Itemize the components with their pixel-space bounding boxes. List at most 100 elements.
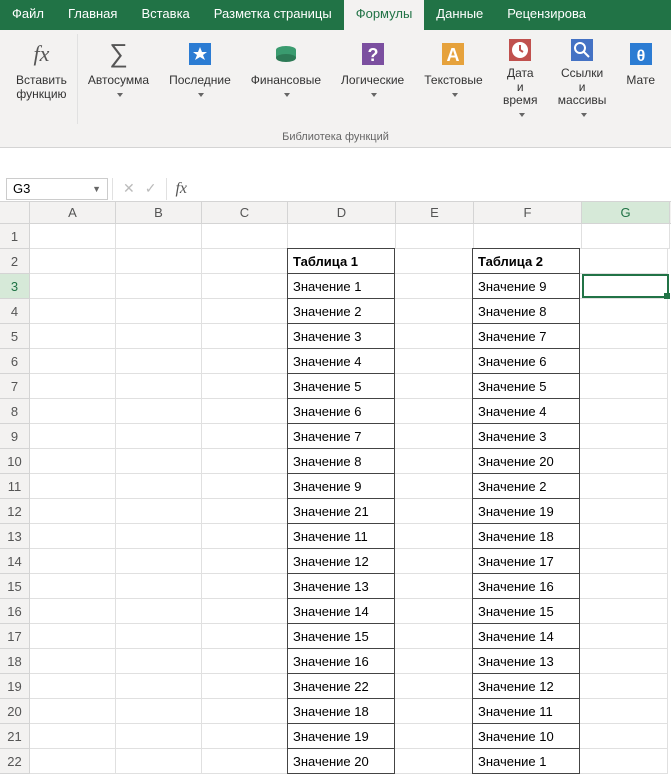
cell-A15[interactable]: [30, 574, 116, 599]
col-header-F[interactable]: F: [474, 202, 582, 223]
cell-A17[interactable]: [30, 624, 116, 649]
cell-C13[interactable]: [202, 524, 288, 549]
cell-C5[interactable]: [202, 324, 288, 349]
cell-A11[interactable]: [30, 474, 116, 499]
cell-F13[interactable]: Значение 18: [472, 523, 580, 549]
cell-A2[interactable]: [30, 249, 116, 274]
cell-C19[interactable]: [202, 674, 288, 699]
cell-B12[interactable]: [116, 499, 202, 524]
cell-A3[interactable]: [30, 274, 116, 299]
cell-F22[interactable]: Значение 1: [472, 748, 580, 774]
cell-A9[interactable]: [30, 424, 116, 449]
col-header-D[interactable]: D: [288, 202, 396, 223]
insert-function-button[interactable]: fx Вставитьфункцию: [12, 34, 71, 124]
tab-4[interactable]: Формулы: [344, 0, 425, 30]
cell-C20[interactable]: [202, 699, 288, 724]
row-header-9[interactable]: 9: [0, 424, 30, 449]
cell-G9[interactable]: [580, 424, 668, 449]
cell-F5[interactable]: Значение 7: [472, 323, 580, 349]
row-header-4[interactable]: 4: [0, 299, 30, 324]
cell-E22[interactable]: [395, 749, 473, 774]
cell-C7[interactable]: [202, 374, 288, 399]
cell-E8[interactable]: [395, 399, 473, 424]
cell-F7[interactable]: Значение 5: [472, 373, 580, 399]
cell-E20[interactable]: [395, 699, 473, 724]
cell-F11[interactable]: Значение 2: [472, 473, 580, 499]
cell-F3[interactable]: Значение 9: [472, 273, 580, 299]
cell-G14[interactable]: [580, 549, 668, 574]
financial-button[interactable]: Финансовые: [247, 34, 325, 124]
cell-F12[interactable]: Значение 19: [472, 498, 580, 524]
cell-D6[interactable]: Значение 4: [287, 348, 395, 374]
text-button[interactable]: A Текстовые: [420, 34, 486, 124]
cell-B15[interactable]: [116, 574, 202, 599]
cell-F9[interactable]: Значение 3: [472, 423, 580, 449]
row-header-15[interactable]: 15: [0, 574, 30, 599]
cell-B6[interactable]: [116, 349, 202, 374]
row-header-16[interactable]: 16: [0, 599, 30, 624]
cell-C18[interactable]: [202, 649, 288, 674]
cell-B19[interactable]: [116, 674, 202, 699]
row-header-10[interactable]: 10: [0, 449, 30, 474]
cell-E16[interactable]: [395, 599, 473, 624]
row-header-12[interactable]: 12: [0, 499, 30, 524]
row-header-19[interactable]: 19: [0, 674, 30, 699]
cell-A18[interactable]: [30, 649, 116, 674]
cell-G13[interactable]: [580, 524, 668, 549]
cell-A22[interactable]: [30, 749, 116, 774]
spreadsheet-grid[interactable]: ABCDEFG 12Таблица 1Таблица 23Значение 1З…: [0, 202, 671, 774]
cell-B10[interactable]: [116, 449, 202, 474]
cell-F6[interactable]: Значение 6: [472, 348, 580, 374]
tab-6[interactable]: Рецензирова: [495, 0, 598, 30]
col-header-E[interactable]: E: [396, 202, 474, 223]
tab-0[interactable]: Файл: [0, 0, 56, 30]
cell-G10[interactable]: [580, 449, 668, 474]
cell-D16[interactable]: Значение 14: [287, 598, 395, 624]
cell-F19[interactable]: Значение 12: [472, 673, 580, 699]
cell-C16[interactable]: [202, 599, 288, 624]
cell-A5[interactable]: [30, 324, 116, 349]
row-header-13[interactable]: 13: [0, 524, 30, 549]
cell-B22[interactable]: [116, 749, 202, 774]
cell-D19[interactable]: Значение 22: [287, 673, 395, 699]
cell-E13[interactable]: [395, 524, 473, 549]
cell-E4[interactable]: [395, 299, 473, 324]
cell-F2[interactable]: Таблица 2: [472, 248, 580, 274]
cell-D10[interactable]: Значение 8: [287, 448, 395, 474]
cell-F10[interactable]: Значение 20: [472, 448, 580, 474]
cell-F8[interactable]: Значение 4: [472, 398, 580, 424]
cell-E6[interactable]: [395, 349, 473, 374]
select-all-corner[interactable]: [0, 202, 30, 223]
col-header-C[interactable]: C: [202, 202, 288, 223]
cell-D14[interactable]: Значение 12: [287, 548, 395, 574]
tab-2[interactable]: Вставка: [129, 0, 201, 30]
cell-C14[interactable]: [202, 549, 288, 574]
datetime-button[interactable]: Дата ивремя: [499, 34, 542, 124]
cell-B5[interactable]: [116, 324, 202, 349]
cell-B3[interactable]: [116, 274, 202, 299]
cell-A10[interactable]: [30, 449, 116, 474]
cell-F4[interactable]: Значение 8: [472, 298, 580, 324]
cell-C10[interactable]: [202, 449, 288, 474]
enter-icon[interactable]: ✓: [145, 180, 157, 197]
cell-G2[interactable]: [580, 249, 668, 274]
cell-A12[interactable]: [30, 499, 116, 524]
tab-3[interactable]: Разметка страницы: [202, 0, 344, 30]
cell-G16[interactable]: [580, 599, 668, 624]
row-header-1[interactable]: 1: [0, 224, 30, 249]
cell-E21[interactable]: [395, 724, 473, 749]
cell-G18[interactable]: [580, 649, 668, 674]
cell-G17[interactable]: [580, 624, 668, 649]
cell-A1[interactable]: [30, 224, 116, 249]
cell-B11[interactable]: [116, 474, 202, 499]
autosum-button[interactable]: ∑ Автосумма: [84, 34, 153, 124]
fx-button[interactable]: fx: [167, 180, 195, 198]
cell-A19[interactable]: [30, 674, 116, 699]
cell-E11[interactable]: [395, 474, 473, 499]
cell-C3[interactable]: [202, 274, 288, 299]
col-header-G[interactable]: G: [582, 202, 670, 223]
cell-A16[interactable]: [30, 599, 116, 624]
row-header-11[interactable]: 11: [0, 474, 30, 499]
cell-D22[interactable]: Значение 20: [287, 748, 395, 774]
cell-C17[interactable]: [202, 624, 288, 649]
